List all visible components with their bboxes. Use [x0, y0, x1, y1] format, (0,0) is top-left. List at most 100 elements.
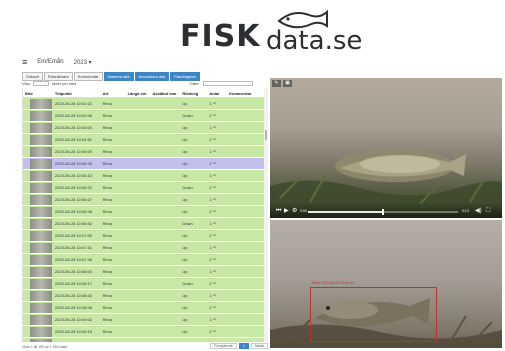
- fish-thumbnail-image[interactable]: [30, 182, 52, 193]
- location-select[interactable]: Em/Emån: [37, 59, 63, 65]
- table-row[interactable]: 2023-06-28 10:07:09 Rimu Up 1 ⁽¹⁾: [23, 230, 264, 242]
- fish-thumbnail-image[interactable]: [30, 326, 52, 337]
- fish-thumbnail-image[interactable]: [30, 98, 52, 109]
- table-row[interactable]: 2023-06-28 10:09:02 Rimu Up 1 ⁽¹⁾: [23, 314, 264, 326]
- table-row[interactable]: 2023-06-28 10:08:33 Rimu Up 1 ⁽¹⁾: [23, 290, 264, 302]
- table-row[interactable]: 2023-06-28 10:05:09 Rimu Up 1 ⁽¹⁾: [23, 146, 264, 158]
- fullscreen-icon[interactable]: ⛶: [486, 208, 490, 215]
- row-species: Rimu: [102, 125, 113, 130]
- page-size-select[interactable]: [32, 81, 49, 86]
- row-time: 2023-06-28 10:04:51: [54, 137, 93, 142]
- progress-bar[interactable]: [308, 209, 458, 215]
- fish-thumbnail-image[interactable]: [30, 110, 52, 121]
- table-row[interactable]: 2023-06-28 10:02:46 Rimu Down 1 ⁽¹⁾: [23, 110, 264, 122]
- fish-thumbnail-image[interactable]: [30, 242, 52, 253]
- page-1-button[interactable]: 1: [238, 343, 249, 349]
- row-direction: Up: [180, 341, 207, 342]
- row-time: 2023-06-28 10:06:10: [54, 173, 93, 178]
- table-row[interactable]: 2023-06-28 10:06:48 Rimu Up 1 ⁽¹⁾: [23, 206, 264, 218]
- prev-page-button[interactable]: Föregående: [210, 343, 237, 349]
- fish-thumbnail-image[interactable]: [30, 338, 52, 342]
- table-row[interactable]: 2023-06-28 10:03:04 Rimu Up 1 ⁽¹⁾: [23, 122, 264, 134]
- volume-icon[interactable]: ◀): [475, 208, 482, 215]
- fish-thumbnail-image[interactable]: [30, 230, 52, 241]
- table-row[interactable]: 2023-06-28 10:06:22 Rimu Down 1 ⁽¹⁾: [23, 182, 264, 194]
- row-thumbnail: [23, 146, 53, 157]
- table-row[interactable]: 2023-06-28 10:09:30Rimu Up1 ⁽¹⁾: [23, 338, 264, 342]
- header-image[interactable]: Bild: [23, 88, 53, 97]
- table-info: Visar 1 till 100 av 1 234 rader: [22, 345, 68, 349]
- table-row[interactable]: 2023-06-28 10:04:51 Rimu Up 1 ⁽¹⁾: [23, 134, 264, 146]
- row-direction: Up: [182, 209, 188, 214]
- table-row[interactable]: 2023-06-28 10:07:46 Rimu Up 1 ⁽¹⁾: [23, 254, 264, 266]
- tool-icon[interactable]: ✎: [272, 80, 281, 87]
- scrollbar-thumb[interactable]: [265, 130, 267, 140]
- fish-thumbnail-image[interactable]: [30, 134, 52, 145]
- header-direction[interactable]: Riktning: [180, 88, 207, 97]
- fiskdata-logo[interactable]: FISK data.se: [180, 8, 370, 56]
- progress-handle[interactable]: [381, 209, 384, 215]
- row-species: Rimu: [102, 101, 113, 106]
- play-icon[interactable]: ▶: [284, 208, 289, 215]
- fish-thumbnail-image[interactable]: [30, 122, 52, 133]
- fish-thumbnail-image[interactable]: [30, 254, 52, 265]
- row-thumbnail: [23, 98, 53, 109]
- date-label: Date:: [190, 81, 200, 86]
- table-row[interactable]: 2023-06-28 10:08:03 Rimu Up 1 ⁽¹⁾: [23, 266, 264, 278]
- camera-icon[interactable]: ▣: [283, 80, 292, 87]
- table-footer: Visar 1 till 100 av 1 234 rader Föregåen…: [22, 343, 268, 351]
- fish-thumbnail-image[interactable]: [30, 146, 52, 157]
- hamburger-menu-icon[interactable]: ≡: [22, 57, 27, 67]
- table-row[interactable]: 2023-06-28 10:07:31 Rimu Up 1 ⁽¹⁾: [23, 242, 264, 254]
- row-direction: Up: [182, 317, 188, 322]
- row-count: 1 ⁽¹⁾: [209, 221, 216, 226]
- fish-thumbnail-image[interactable]: [30, 278, 52, 289]
- top-bar: ≡ Em/Emån 2023 ▾: [22, 55, 92, 69]
- row-species: Rimu: [101, 341, 126, 342]
- fish-thumbnail-image[interactable]: [30, 302, 52, 313]
- header-count[interactable]: Antal: [207, 88, 227, 97]
- settings-icon[interactable]: ⚙: [292, 208, 297, 215]
- row-thumbnail: [23, 206, 53, 217]
- row-count: 1 ⁽¹⁾: [209, 305, 216, 310]
- fish-thumbnail-image[interactable]: [30, 170, 52, 181]
- fish-thumbnail-image[interactable]: [30, 290, 52, 301]
- row-direction: Up: [182, 101, 188, 106]
- table-row-selected[interactable]: 2023-06-28 10:05:43 Rimu Up 1 ⁽¹⁾: [23, 158, 264, 170]
- table-row[interactable]: 2023-06-28 10:08:48 Rimu Up 1 ⁽¹⁾: [23, 302, 264, 314]
- row-thumbnail: [23, 134, 53, 145]
- fish-thumbnail-image[interactable]: [30, 218, 52, 229]
- row-thumbnail: [23, 182, 53, 193]
- fish-thumbnail-image[interactable]: [30, 314, 52, 325]
- table-scrollbar[interactable]: [264, 88, 268, 342]
- fish-thumbnail-image[interactable]: [30, 266, 52, 277]
- video-controls: ⏮ ▶ ⚙ 0:00 0:13 ◀) ⛶: [270, 202, 502, 218]
- header-time[interactable]: Tidpunkt: [53, 88, 101, 97]
- header-length[interactable]: Längd cm: [126, 88, 151, 97]
- row-count: 1 ⁽¹⁾: [209, 101, 216, 106]
- row-thumbnail: [23, 254, 53, 265]
- table-row[interactable]: 2023-06-28 10:08:17 Rimu Down 1 ⁽¹⁾: [23, 278, 264, 290]
- fish-thumbnail-image[interactable]: [30, 206, 52, 217]
- date-input[interactable]: [202, 81, 253, 86]
- video-player[interactable]: ✎ ▣ ⏮ ▶ ⚙ 0:00 0:13 ◀) ⛶: [270, 78, 502, 218]
- next-page-button[interactable]: Nästa: [250, 343, 268, 349]
- row-direction: Up: [182, 161, 188, 166]
- row-count: 1 ⁽¹⁾: [209, 149, 216, 154]
- row-time: 2023-06-28 10:07:09: [54, 233, 93, 238]
- skip-back-icon[interactable]: ⏮: [276, 208, 281, 215]
- row-thumbnail: [23, 230, 53, 241]
- row-count: 1 ⁽¹⁾: [209, 113, 216, 118]
- table-row[interactable]: 2023-06-28 10:06:10 Rimu Up 1 ⁽¹⁾: [23, 170, 264, 182]
- table-row[interactable]: 2023-06-28 10:02:21 Rimu Up 1 ⁽¹⁾: [23, 98, 264, 110]
- table-row[interactable]: 2023-06-28 10:09:15 Rimu Up 1 ⁽¹⁾: [23, 326, 264, 338]
- header-distance[interactable]: Avstånd mm: [150, 88, 180, 97]
- fish-thumbnail-image[interactable]: [30, 158, 52, 169]
- header-species[interactable]: Art: [101, 88, 126, 97]
- table-row[interactable]: 2023-06-28 10:06:37 Rimu Up 1 ⁽¹⁾: [23, 194, 264, 206]
- show-label: Visa: [22, 81, 30, 86]
- fish-thumbnail-image[interactable]: [30, 194, 52, 205]
- year-select[interactable]: 2023 ▾: [74, 59, 92, 66]
- table-row[interactable]: 2023-06-28 10:06:52 Rimu Down 1 ⁽¹⁾: [23, 218, 264, 230]
- header-comment[interactable]: Kommentar: [227, 88, 264, 97]
